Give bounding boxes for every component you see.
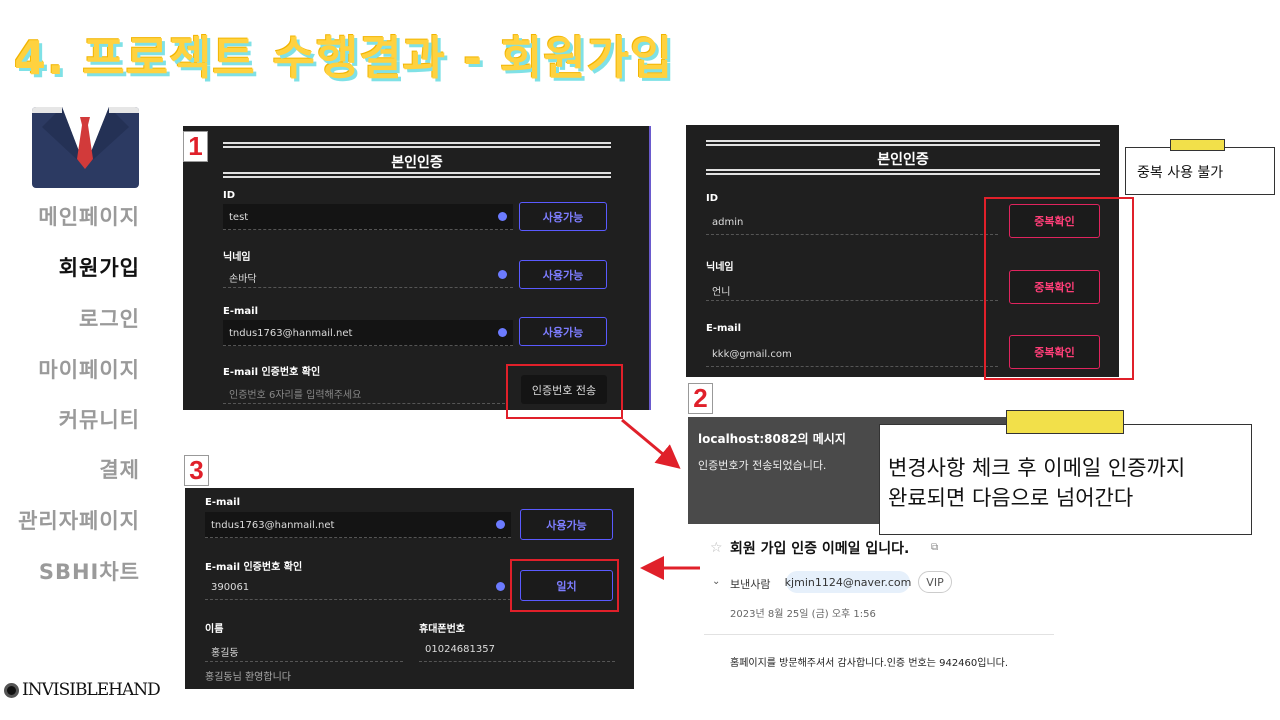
- phone-label: 휴대폰번호: [419, 624, 465, 635]
- email-label: E-mail: [205, 497, 241, 508]
- verification-email: ☆ 회원 가입 인증 이메일 입니다. ⧉ ⌄ 보낸사람 kjmin1124@n…: [700, 536, 1060, 686]
- phone-input[interactable]: 01024681357: [419, 636, 615, 662]
- phone-value: 01024681357: [425, 644, 495, 655]
- arrow-to-dialog: [621, 418, 681, 469]
- email-body: 홈페이지를 방문해주셔서 감사합니다.인증 번호는 942460입니다.: [730, 658, 1009, 669]
- check-icon: [496, 520, 505, 529]
- welcome-message: 홍길동님 환영합니다: [205, 672, 291, 683]
- highlight-match-button: [510, 559, 619, 612]
- email-available-button[interactable]: 사용가능: [520, 509, 613, 540]
- email-date: 2023년 8월 25일 (금) 오후 1:56: [730, 609, 876, 620]
- email-subject: 회원 가입 인증 이메일 입니다.: [730, 541, 910, 557]
- name-input[interactable]: 홍길동: [205, 636, 403, 662]
- sender-label: 보낸사람: [730, 578, 771, 591]
- star-icon[interactable]: ☆: [710, 540, 723, 556]
- external-link-icon[interactable]: ⧉: [931, 542, 938, 553]
- verify-code-value: 390061: [211, 582, 250, 593]
- divider: [704, 634, 1054, 635]
- name-label: 이름: [205, 624, 224, 635]
- email-input[interactable]: tndus1763@hanmail.net: [205, 512, 511, 538]
- vip-badge[interactable]: VIP: [918, 571, 952, 593]
- verify-code-input[interactable]: 390061: [205, 574, 511, 600]
- name-value: 홍길동: [211, 648, 239, 659]
- step-badge-3: 3: [184, 455, 209, 486]
- email-verify-label: E-mail 인증번호 확인: [205, 562, 303, 573]
- sender-email[interactable]: kjmin1124@naver.com: [785, 571, 911, 593]
- chevron-down-icon[interactable]: ⌄: [712, 576, 720, 587]
- check-icon: [496, 582, 505, 591]
- email-value: tndus1763@hanmail.net: [211, 520, 335, 531]
